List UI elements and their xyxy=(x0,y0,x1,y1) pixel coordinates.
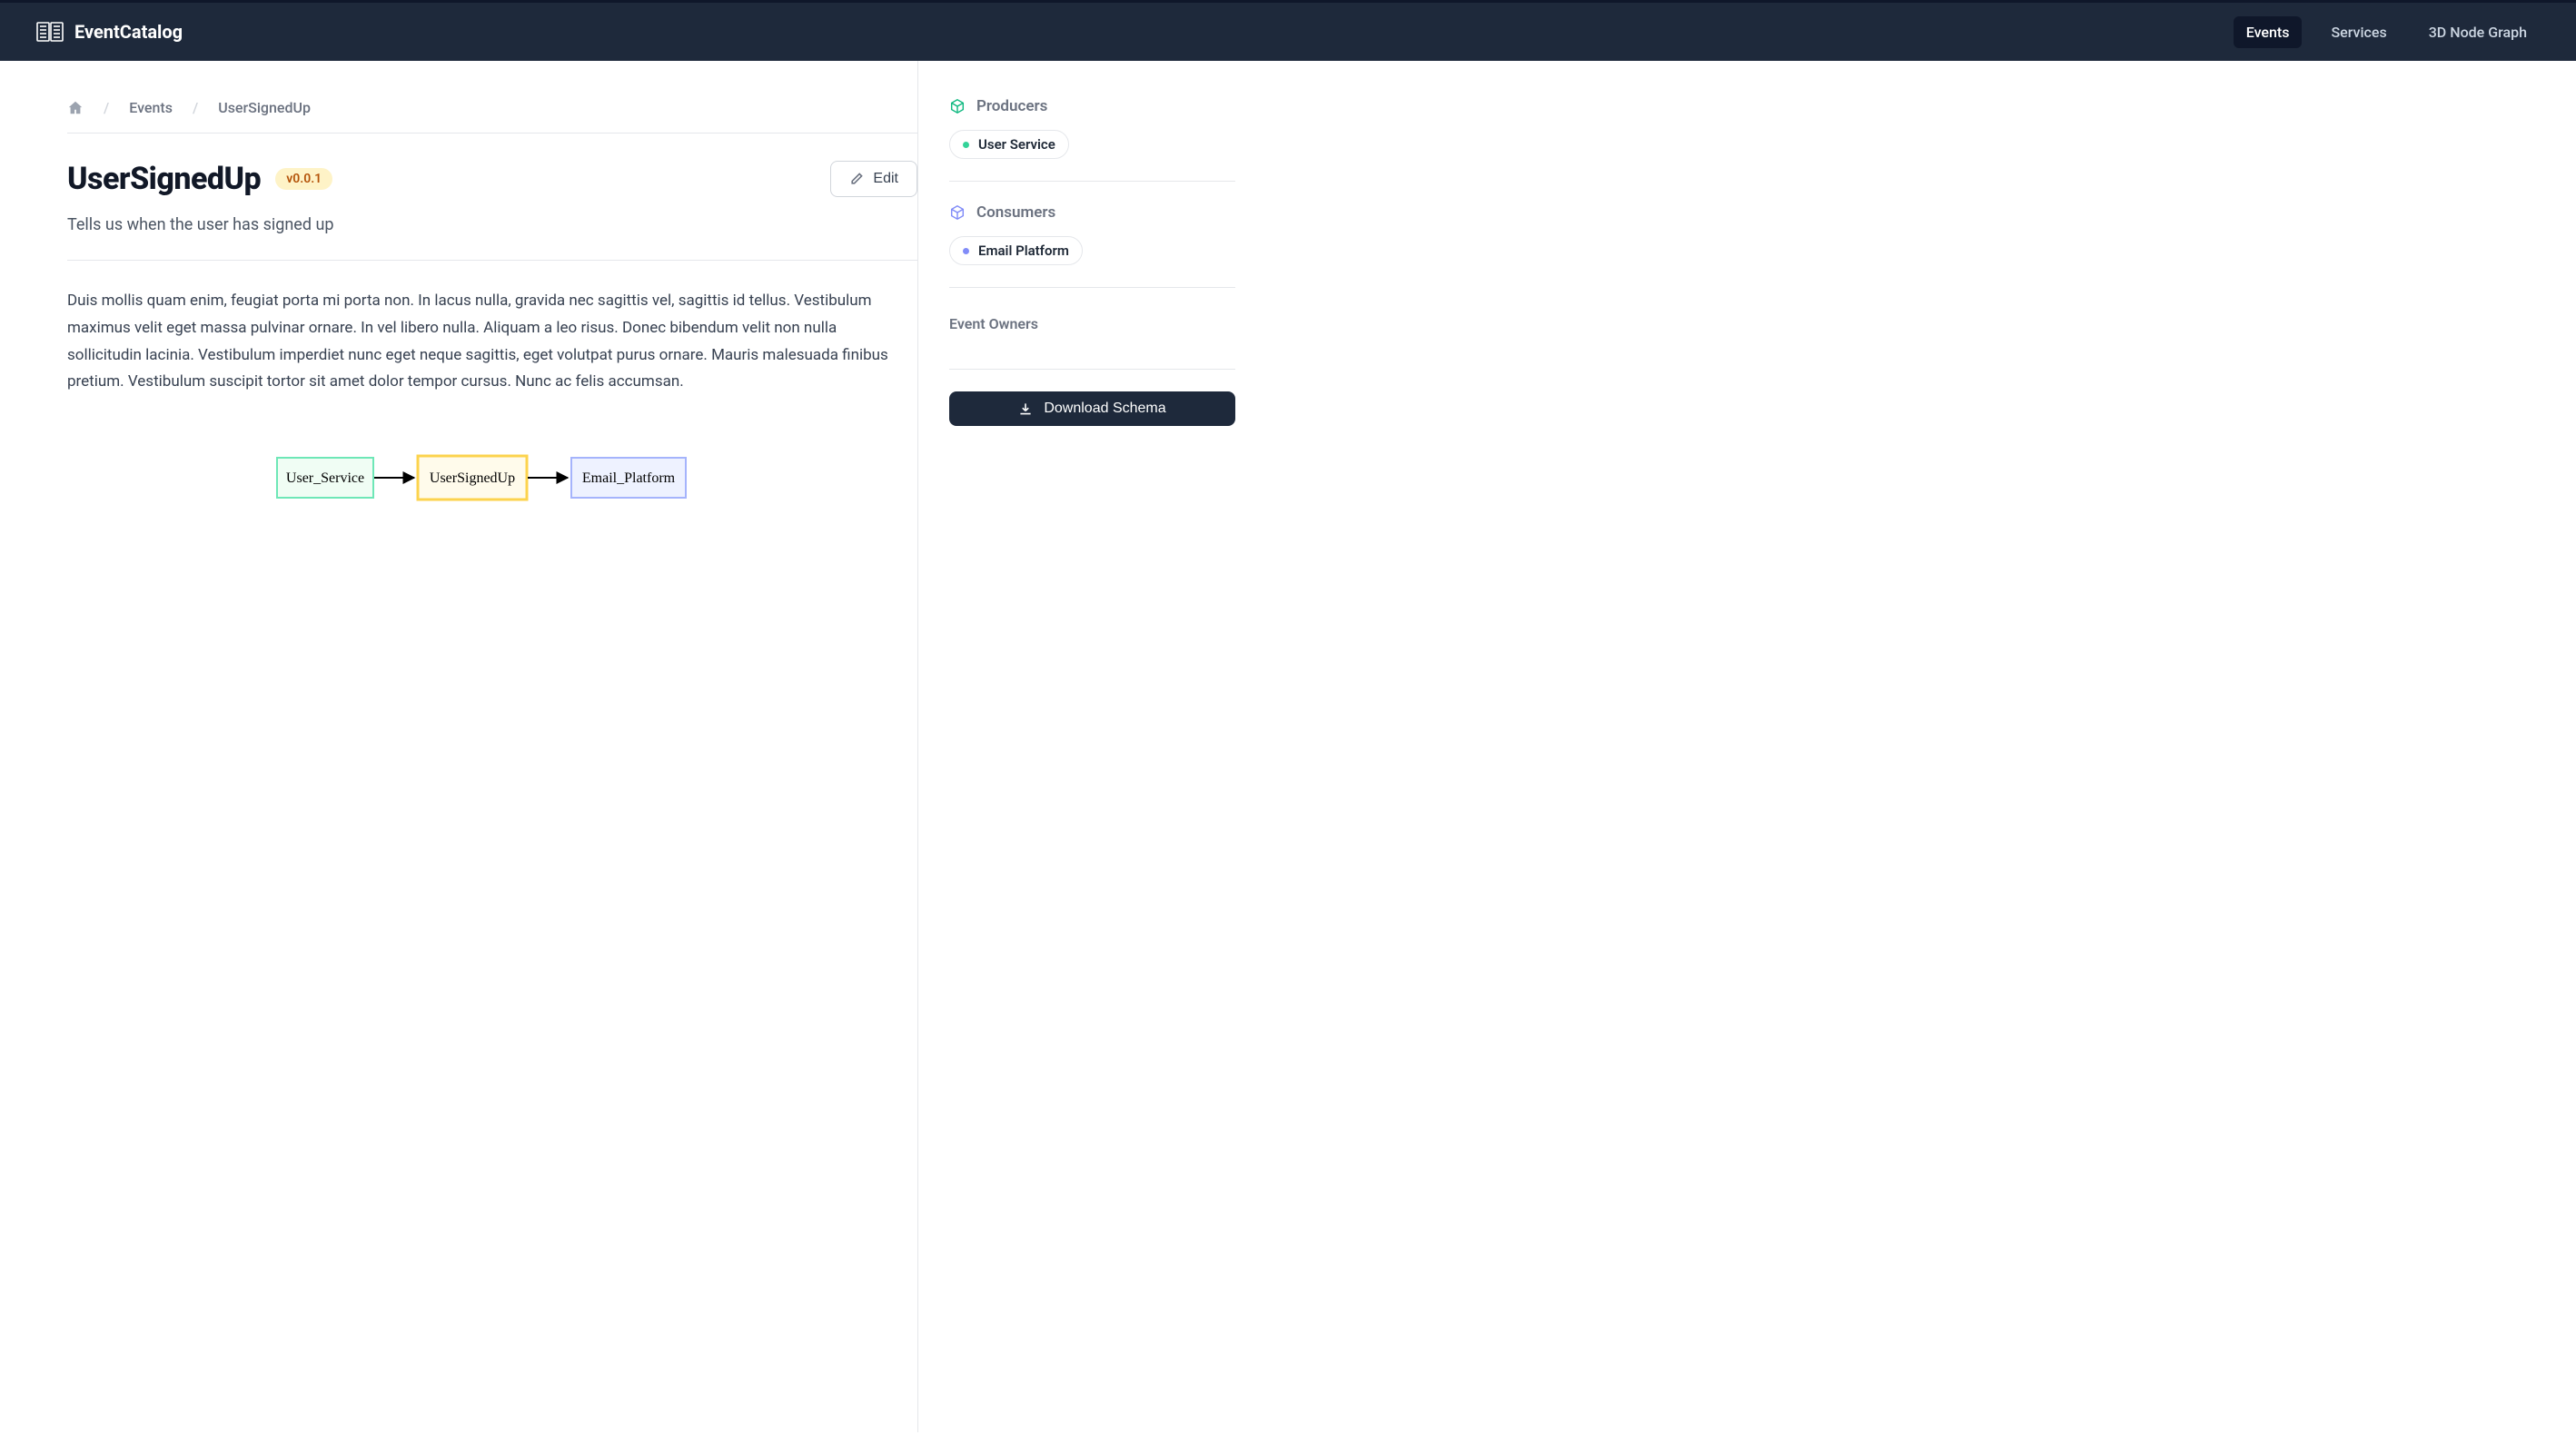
diagram-event-label: UserSignedUp xyxy=(430,470,515,486)
cube-icon xyxy=(949,204,966,221)
version-badge: v0.0.1 xyxy=(275,168,332,190)
producer-chip[interactable]: User Service xyxy=(949,130,1069,159)
download-icon xyxy=(1018,401,1033,416)
consumers-heading: Consumers xyxy=(976,203,1055,222)
consumer-chip-label: Email Platform xyxy=(978,242,1069,259)
nav-events[interactable]: Events xyxy=(2234,16,2303,48)
sidebar: Producers User Service Consumers Email P… xyxy=(917,61,1281,1432)
download-schema-label: Download Schema xyxy=(1044,401,1165,417)
diagram-producer-label: User_Service xyxy=(286,470,364,486)
consumers-section: Consumers Email Platform xyxy=(949,203,1235,288)
page-body: Duis mollis quam enim, feugiat porta mi … xyxy=(67,288,889,396)
home-icon xyxy=(67,100,84,116)
diagram-consumer-label: Email_Platform xyxy=(582,470,676,486)
nav-3d-node-graph[interactable]: 3D Node Graph xyxy=(2416,16,2540,48)
primary-nav: Events Services 3D Node Graph xyxy=(2234,16,2540,48)
breadcrumb-separator: / xyxy=(104,99,109,116)
producers-section: Producers User Service xyxy=(949,97,1235,182)
breadcrumb-home[interactable] xyxy=(67,100,84,116)
breadcrumb-events[interactable]: Events xyxy=(129,99,173,116)
dot-icon xyxy=(963,248,969,254)
page-subtitle: Tells us when the user has signed up xyxy=(67,215,917,261)
producers-heading: Producers xyxy=(976,97,1047,115)
breadcrumb-current: UserSignedUp xyxy=(218,99,311,116)
edit-button[interactable]: Edit xyxy=(830,161,917,197)
consumer-chip[interactable]: Email Platform xyxy=(949,236,1083,265)
brand-title: EventCatalog xyxy=(74,21,183,43)
nav-services[interactable]: Services xyxy=(2318,16,2399,48)
breadcrumb-separator: / xyxy=(193,99,198,116)
brand[interactable]: EventCatalog xyxy=(36,21,183,43)
book-icon xyxy=(36,21,64,43)
pencil-icon xyxy=(849,172,864,186)
flow-diagram: User_Service UserSignedUp Email_Platform xyxy=(276,450,917,505)
cube-icon xyxy=(949,98,966,114)
download-schema-button[interactable]: Download Schema xyxy=(949,391,1235,426)
main-content: / Events / UserSignedUp UserSignedUp v0.… xyxy=(0,61,917,1432)
edit-button-label: Edit xyxy=(873,171,898,187)
dot-icon xyxy=(963,142,969,148)
top-navbar: EventCatalog Events Services 3D Node Gra… xyxy=(0,0,2576,61)
producer-chip-label: User Service xyxy=(978,136,1055,153)
page-title: UserSignedUp xyxy=(67,161,261,197)
event-owners-heading: Event Owners xyxy=(949,310,1235,370)
breadcrumb: / Events / UserSignedUp xyxy=(67,99,917,134)
